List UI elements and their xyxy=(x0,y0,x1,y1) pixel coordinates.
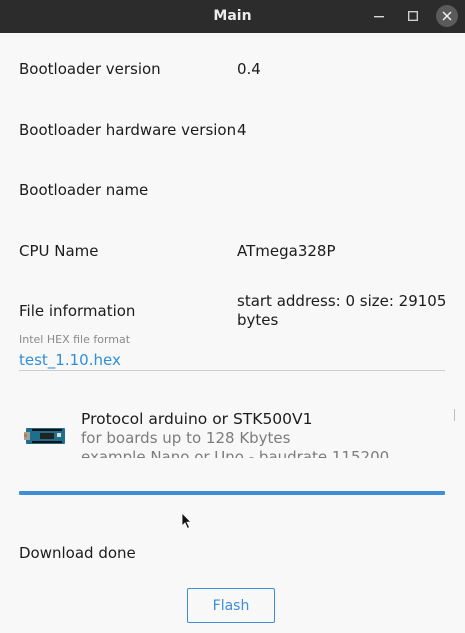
progress-bar xyxy=(19,491,445,495)
file-field-underline xyxy=(19,370,445,371)
file-information-value: start address: 0 size: 29105 bytes xyxy=(237,292,447,329)
main-content: Bootloader version 0.4 Bootloader hardwa… xyxy=(0,33,465,633)
mouse-cursor-icon xyxy=(181,512,192,530)
close-icon xyxy=(442,11,452,21)
minimize-button[interactable] xyxy=(368,5,390,27)
protocol-description-2: example Nano or Uno - baudrate 115200 xyxy=(81,448,390,458)
protocol-scrollbar[interactable] xyxy=(454,409,455,421)
close-button[interactable] xyxy=(436,5,458,27)
file-information-label: File information xyxy=(19,302,136,320)
protocol-title: Protocol arduino or STK500V1 xyxy=(81,410,313,428)
cpu-name-value: ATmega328P xyxy=(237,242,336,260)
minimize-icon xyxy=(374,16,384,18)
protocol-list-item[interactable]: Protocol arduino or STK500V1 for boards … xyxy=(81,410,451,458)
file-link[interactable]: test_1.10.hex xyxy=(19,351,121,369)
bootloader-version-value: 0.4 xyxy=(237,60,261,78)
file-format-hint: Intel HEX file format xyxy=(19,333,131,346)
window-title: Main xyxy=(213,8,252,24)
maximize-icon xyxy=(408,11,418,21)
bootloader-hardware-version-label: Bootloader hardware version xyxy=(19,121,237,139)
bootloader-hardware-version-value: 4 xyxy=(237,121,247,139)
title-bar: Main xyxy=(0,0,465,33)
arduino-board-icon xyxy=(24,428,65,444)
status-text: Download done xyxy=(19,544,136,562)
bootloader-name-label: Bootloader name xyxy=(19,181,149,199)
protocol-description-1: for boards up to 128 Kbytes xyxy=(81,429,291,447)
bootloader-version-label: Bootloader version xyxy=(19,60,161,78)
maximize-button[interactable] xyxy=(402,5,424,27)
flash-button[interactable]: Flash xyxy=(187,588,275,623)
cpu-name-label: CPU Name xyxy=(19,242,99,260)
